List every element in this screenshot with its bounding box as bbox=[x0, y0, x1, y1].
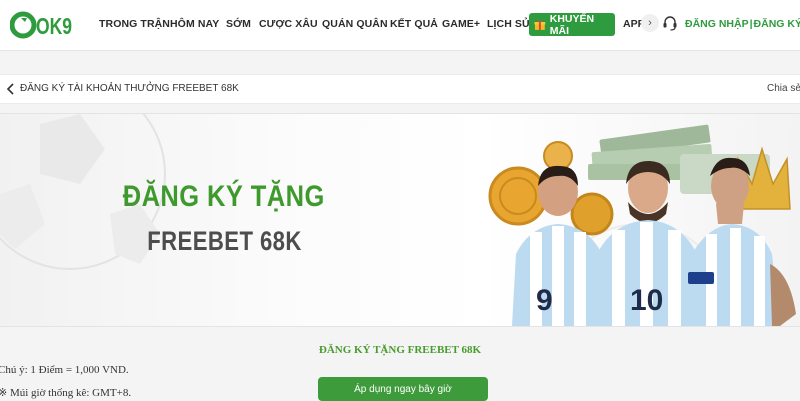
nav-trong-tran[interactable]: TRONG TRẬN bbox=[99, 18, 170, 30]
headset-icon[interactable] bbox=[662, 15, 678, 31]
coin-icon bbox=[488, 166, 548, 226]
register-link[interactable]: ĐĂNG KÝ bbox=[754, 18, 800, 30]
promo-label: KHUYẾN MÃI bbox=[549, 12, 595, 37]
points-note: Chú ý: 1 Điểm = 1,000 VND. bbox=[0, 364, 129, 376]
jersey-number-9: 9 bbox=[536, 284, 553, 317]
nav-lich-su[interactable]: LỊCH SỬ bbox=[487, 18, 531, 30]
chevron-left-icon[interactable] bbox=[6, 83, 16, 95]
promo-button[interactable]: KHUYẾN MÃI bbox=[529, 12, 615, 37]
timezone-note: ※ Múi giờ thống kê: GMT+8. bbox=[0, 387, 132, 399]
auth-separator: | bbox=[749, 18, 753, 30]
nav-som[interactable]: SỚM bbox=[226, 18, 251, 30]
jersey-number-10: 10 bbox=[630, 284, 663, 317]
apply-now-button[interactable]: Áp dụng ngay bây giờ bbox=[318, 377, 488, 401]
logo-text: OK9 bbox=[36, 13, 72, 39]
nav-cuoc-xau[interactable]: CƯỢC XÂU bbox=[259, 18, 318, 30]
share-link[interactable]: Chia sẻ bbox=[767, 83, 800, 94]
players-illustration: 9 10 bbox=[488, 124, 796, 326]
top-navigation: OK9 TRONG TRẬN HÔM NAY SỚM CƯỢC XÂU QUÁN… bbox=[0, 0, 800, 51]
gift-icon bbox=[534, 20, 546, 30]
breadcrumb: ĐĂNG KÝ TÀI KHOẢN THƯỞNG FREEBET 68K Chi… bbox=[0, 74, 800, 104]
content-heading: ĐĂNG KÝ TẶNG FREEBET 68K bbox=[318, 344, 482, 356]
breadcrumb-title: ĐĂNG KÝ TÀI KHOẢN THƯỞNG FREEBET 68K bbox=[20, 83, 239, 94]
banner-subtitle: FREEBET 68K bbox=[147, 226, 302, 256]
ok9-logo[interactable]: OK9 bbox=[10, 9, 74, 41]
nav-quan-quan[interactable]: QUÁN QUÂN bbox=[322, 18, 388, 30]
login-link[interactable]: ĐĂNG NHẬP bbox=[685, 18, 749, 30]
promo-banner: ĐĂNG KÝ TẶNG FREEBET 68K 9 10 bbox=[0, 113, 800, 327]
nav-ket-qua[interactable]: KẾT QUẢ bbox=[390, 18, 438, 30]
banner-title: ĐĂNG KÝ TẶNG bbox=[122, 180, 325, 213]
chevron-right-icon[interactable]: › bbox=[641, 14, 659, 32]
auth-links: ĐĂNG NHẬP|ĐĂNG KÝ bbox=[685, 18, 800, 30]
nav-hom-nay[interactable]: HÔM NAY bbox=[170, 18, 219, 30]
nav-game-plus[interactable]: GAME+ bbox=[442, 18, 480, 30]
